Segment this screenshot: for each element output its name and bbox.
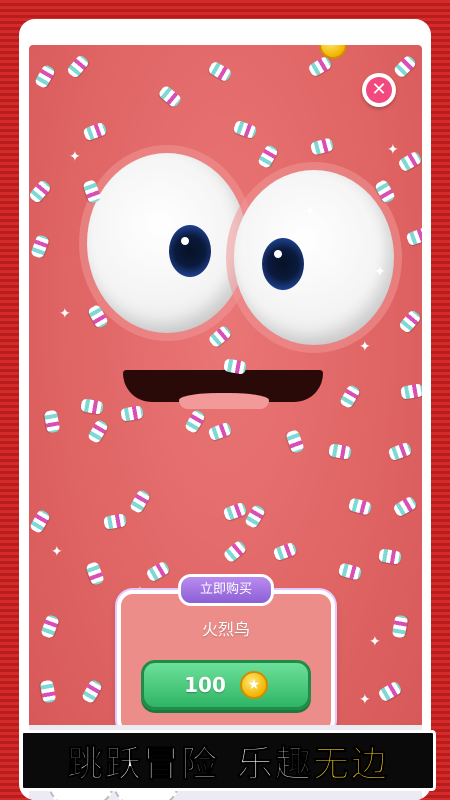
marshmallow-candy [40,613,60,640]
marshmallow-candy [120,405,144,422]
marshmallow-candy [207,324,233,349]
marshmallow-candy [30,233,50,260]
purchase-card: 立即购买 火烈鸟 100 ★ [117,574,335,736]
marshmallow-candy [183,408,207,435]
sparkle: ✦ [374,264,386,280]
marshmallow-candy [145,560,171,583]
item-name: 火烈鸟 [201,620,250,639]
close-button[interactable]: ✕ [362,73,396,107]
marshmallow-candy [373,178,397,205]
marshmallow-candy [272,541,298,562]
marshmallow-candy [207,60,233,83]
marshmallow-candy [103,513,127,530]
marshmallow-candy [80,398,104,415]
marshmallow-candy [256,143,280,170]
marshmallow-candy [232,119,258,140]
marshmallow-candy [222,501,248,522]
marshmallow-candy [337,562,363,581]
marshmallow-candy [377,680,403,703]
left-pupil [169,225,211,277]
sparkle: ✦ [51,544,63,560]
marshmallow-candy [82,178,102,205]
banner-text-2: 乐趣 [236,743,313,785]
marshmallow-candy [397,308,422,335]
buy-button[interactable]: 100 ★ [141,660,311,710]
marshmallow-candy [347,497,373,516]
marshmallow-candy [86,303,110,330]
marshmallow-candy [387,441,413,462]
sparkle: ✦ [359,692,371,708]
close-icon: ✕ [366,77,392,103]
marshmallow-candy [82,121,108,142]
marshmallow-candy [65,53,91,80]
star-coin-icon: ★ [239,671,268,699]
sparkle: ✦ [304,204,316,220]
marshmallow-candy [378,548,402,565]
marshmallow-candy [400,383,422,400]
marshmallow-candy [207,421,233,442]
marshmallow-candy [29,508,52,535]
lower-lip [179,393,269,409]
buy-now-tab: 立即购买 [178,574,274,606]
price-label: 100 [184,673,226,697]
sparkle: ✦ [59,306,71,322]
marshmallow-candy [128,488,152,515]
left-eye [87,153,247,333]
marshmallow-candy [80,678,104,705]
banner-text-1: 跳跃冒险 [66,743,219,785]
right-eye [234,170,394,345]
sparkle: ✦ [69,149,81,165]
game-screen: ✦ ✦ ✦ ✦ ✦ ✦ ✦ ✦ ✦ ✦ ✕ 立即购买 火烈鸟 100 ★ [29,45,422,800]
marshmallow-candy [222,539,248,564]
marshmallow-candy [43,409,61,434]
marshmallow-candy [309,137,335,156]
sparkle: ✦ [387,142,399,158]
marshmallow-candy [392,495,418,518]
marshmallow-candy [85,560,105,587]
marshmallow-candy [33,63,57,90]
marshmallow-candy [307,55,333,78]
marshmallow-candy [392,54,418,79]
marshmallow-candy [39,679,57,704]
marshmallow-candy [157,84,183,109]
marshmallow-candy [29,178,53,205]
marshmallow-candy [391,614,409,639]
marshmallow-candy [397,150,422,173]
marshmallow-candy [86,418,110,445]
marshmallow-candy [243,503,267,530]
sparkle: ✦ [359,339,371,355]
right-pupil [262,238,304,290]
banner-text-3: 无边 [312,743,390,785]
promo-banner: 跳跃冒险 乐趣 无边 [20,730,436,791]
marshmallow-candy [328,443,352,460]
sparkle: ✦ [369,634,381,650]
marshmallow-candy [285,428,305,455]
marshmallow-candy [338,383,362,410]
marshmallow-candy [405,226,422,247]
